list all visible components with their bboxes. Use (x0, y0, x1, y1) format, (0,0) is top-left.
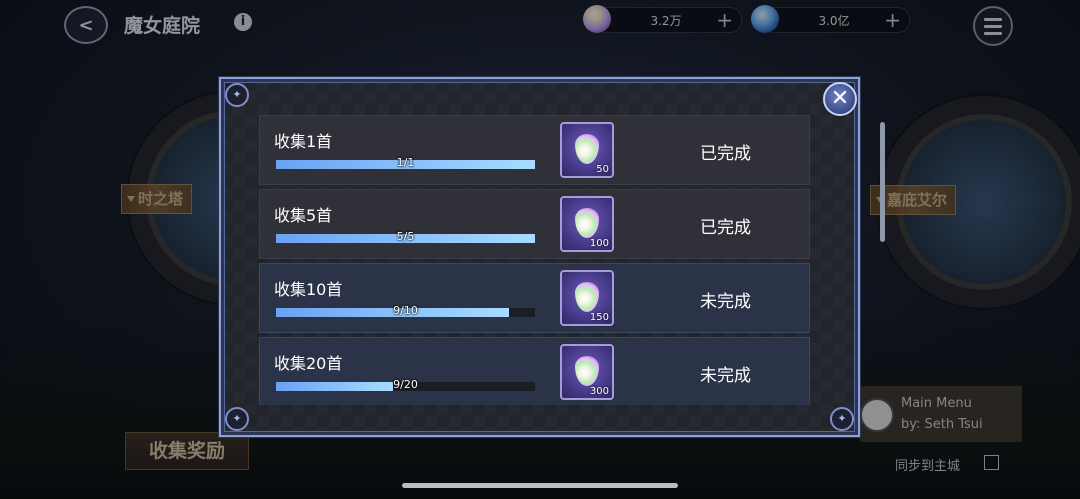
reward-status: 未完成 (700, 292, 751, 312)
reward-quantity: 300 (589, 386, 609, 397)
progress-text: 9/20 (393, 378, 418, 391)
crystal-gem-icon (575, 356, 599, 386)
progress-text: 9/10 (393, 304, 418, 317)
crystal-gem-icon (575, 282, 599, 312)
corner-ornament-icon (830, 407, 854, 431)
reward-list[interactable]: 收集1首 1/1 50 已完成 收集5首 5/5 100 已完成 收集10首 9/10 150 未完成… (259, 115, 810, 405)
reward-row-title: 收集1首 (274, 132, 333, 151)
corner-ornament-icon (225, 83, 249, 107)
close-icon: ✕ (830, 86, 850, 111)
list-scrollbar[interactable] (880, 122, 885, 242)
reward-item[interactable]: 300 (560, 344, 614, 400)
reward-status: 已完成 (700, 218, 751, 238)
reward-item[interactable]: 100 (560, 196, 614, 252)
collection-reward-modal: 收集1首1/150已完成收集5首5/5100已完成收集10首9/10150未完成… (219, 77, 860, 437)
reward-quantity: 100 (589, 238, 609, 249)
reward-item[interactable]: 50 (560, 122, 614, 178)
crystal-gem-icon (575, 208, 599, 238)
home-indicator[interactable] (402, 483, 678, 488)
corner-ornament-icon (225, 407, 249, 431)
reward-item[interactable]: 150 (560, 270, 614, 326)
reward-row: 收集5首 5/5 100 已完成 (259, 189, 810, 259)
crystal-gem-icon (575, 134, 599, 164)
reward-row: 收集20首 9/20 300 未完成 (259, 337, 810, 405)
reward-status: 已完成 (700, 144, 751, 164)
progress-text: 1/1 (396, 156, 415, 169)
progress-text: 5/5 (396, 230, 415, 243)
reward-row: 收集10首 9/10 150 未完成 (259, 263, 810, 333)
reward-quantity: 150 (589, 312, 609, 323)
close-button[interactable]: ✕ (823, 82, 857, 116)
reward-row: 收集1首 1/1 50 已完成 (259, 115, 810, 185)
reward-row-title: 收集20首 (274, 354, 343, 373)
reward-row-title: 收集5首 (274, 206, 333, 225)
reward-row-title: 收集10首 (274, 280, 343, 299)
reward-status: 未完成 (700, 366, 751, 386)
reward-quantity: 50 (596, 164, 609, 175)
